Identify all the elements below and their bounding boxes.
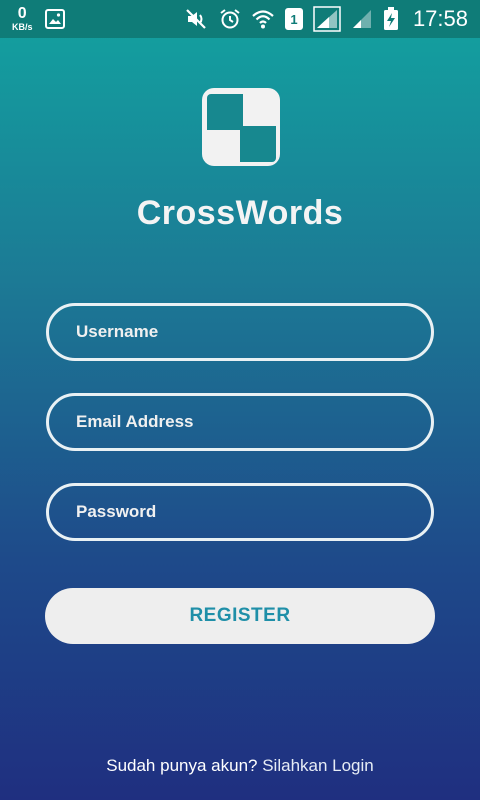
network-speed: 0 KB/s	[12, 6, 33, 32]
status-clock: 17:58	[412, 6, 468, 31]
crossword-grid-icon	[202, 88, 280, 166]
status-bar: 0 KB/s 1 17:58	[0, 0, 480, 38]
username-input[interactable]	[76, 322, 431, 342]
signal-weak-icon	[351, 8, 373, 30]
register-button[interactable]: REGISTER	[45, 588, 435, 644]
alarm-icon	[219, 8, 241, 30]
network-speed-unit: KB/s	[12, 22, 33, 32]
password-field-wrapper	[46, 483, 434, 541]
signal-icon	[313, 6, 341, 32]
username-field-wrapper	[46, 303, 434, 361]
app-title: CrossWords	[136, 194, 344, 232]
battery-charging-icon	[383, 7, 399, 31]
image-icon	[44, 9, 65, 29]
password-input[interactable]	[76, 502, 431, 522]
network-speed-value: 0	[17, 5, 27, 22]
wifi-icon	[251, 8, 275, 30]
login-link[interactable]: Silahkan Login	[262, 756, 374, 775]
login-prompt: Sudah punya akun? Silahkan Login	[0, 756, 480, 776]
register-screen: 0 KB/s 1 17:58 CrossWords Username Email…	[0, 0, 480, 800]
email-field-wrapper	[46, 393, 434, 451]
email-input[interactable]	[76, 412, 431, 432]
mute-icon	[185, 8, 209, 30]
login-prompt-text: Sudah punya akun?	[106, 756, 258, 775]
sim-slot-badge: 1	[284, 8, 303, 30]
